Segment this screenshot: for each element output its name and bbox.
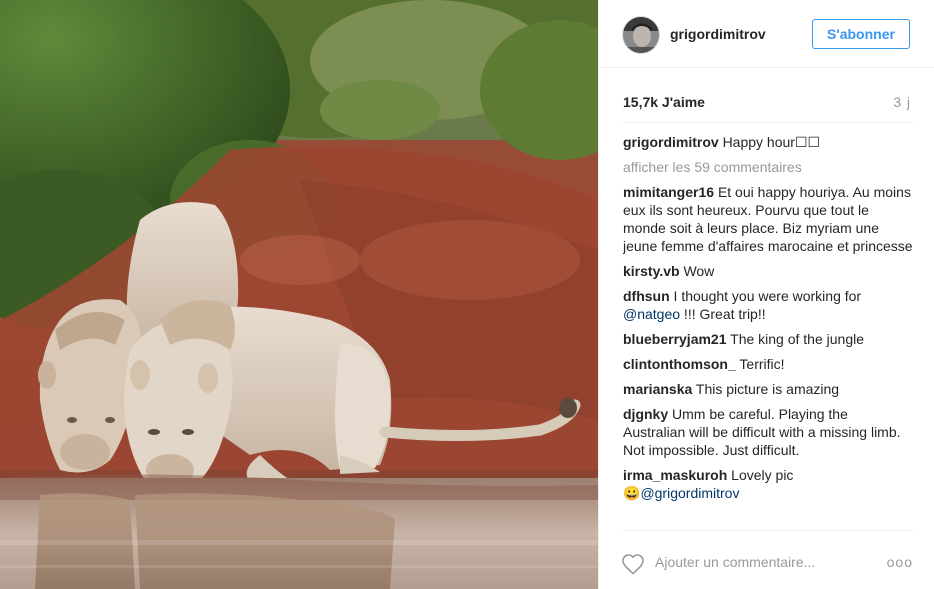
follow-button[interactable]: S'abonner [812, 19, 910, 49]
comment-username[interactable]: marianska [623, 381, 692, 397]
likes-count[interactable]: 15,7k J'aime [623, 94, 705, 110]
comment-username[interactable]: djgnky [623, 406, 668, 422]
comment-text: !!! Great trip!! [680, 306, 766, 322]
list-item: clintonthomson_ Terrific! [623, 355, 913, 373]
post-sidebar: grigordimitrov S'abonner 15,7k J'aime 3 … [598, 0, 934, 589]
comment-text: Lovely pic [731, 467, 794, 483]
comments-list: grigordimitrov Happy hour☐☐ afficher les… [623, 122, 913, 530]
comment-bar: Ajouter un commentaire... ooo [621, 530, 913, 589]
list-item: blueberryjam21 The king of the jungle [623, 330, 913, 348]
list-item: marianska This picture is amazing [623, 380, 913, 398]
comment-username[interactable]: blueberryjam21 [623, 331, 727, 347]
post-age[interactable]: 3 j [893, 94, 911, 110]
comment-username[interactable]: irma_maskuroh [623, 467, 727, 483]
list-item: mimitanger16 Et oui happy houriya. Au mo… [623, 183, 913, 255]
comment-text: The king of the jungle [730, 331, 865, 347]
comment-text: This picture is amazing [695, 381, 840, 397]
comment-text: I thought you were working for [673, 288, 862, 304]
comment-username[interactable]: kirsty.vb [623, 263, 680, 279]
post-header: grigordimitrov S'abonner [599, 0, 934, 68]
avatar[interactable] [622, 16, 660, 54]
mention-link[interactable]: @natgeo [623, 306, 680, 322]
emoji: 😀 [623, 485, 641, 501]
comment-username[interactable]: clintonthomson_ [623, 356, 736, 372]
caption: grigordimitrov Happy hour☐☐ [623, 133, 913, 151]
heart-icon[interactable] [621, 553, 645, 575]
comment-username[interactable]: mimitanger16 [623, 184, 714, 200]
list-item: irma_maskuroh Lovely pic 😀@grigordimitro… [623, 466, 913, 502]
caption-text: Happy hour☐☐ [722, 134, 821, 150]
lions-drinking-photo [0, 0, 598, 589]
avatar-image [623, 17, 659, 53]
more-options-icon[interactable]: ooo [887, 554, 913, 570]
mention-link[interactable]: @grigordimitrov [640, 485, 739, 501]
caption-username[interactable]: grigordimitrov [623, 134, 719, 150]
comment-username[interactable]: dfhsun [623, 288, 670, 304]
post-photo[interactable] [0, 0, 598, 589]
add-comment-input[interactable]: Ajouter un commentaire... [655, 554, 815, 570]
comment-text: Terrific! [739, 356, 785, 372]
comment-text: Wow [683, 263, 715, 279]
likes-row: 15,7k J'aime 3 j [623, 94, 911, 112]
instagram-post: grigordimitrov S'abonner 15,7k J'aime 3 … [0, 0, 934, 589]
list-item: kirsty.vb Wow [623, 262, 913, 280]
view-all-comments-link[interactable]: afficher les 59 commentaires [623, 158, 913, 176]
list-item: dfhsun I thought you were working for @n… [623, 287, 913, 323]
username-link[interactable]: grigordimitrov [670, 26, 766, 42]
list-item: djgnky Umm be careful. Playing the Austr… [623, 405, 913, 459]
